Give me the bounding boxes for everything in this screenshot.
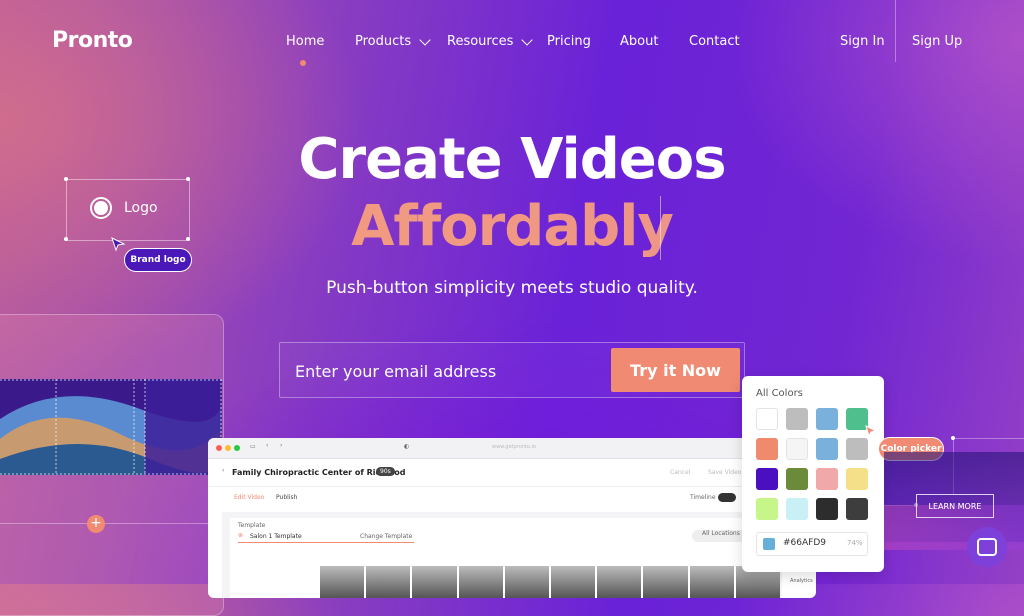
abstract-image: [0, 379, 222, 475]
nav-about-label: About: [620, 34, 659, 49]
nav-about[interactable]: About: [620, 34, 658, 49]
template-value: Salon 1 Template: [250, 533, 302, 540]
nav-products-label: Products: [355, 34, 412, 49]
resize-handle[interactable]: [64, 237, 68, 241]
resize-handle[interactable]: [186, 177, 190, 181]
color-swatch[interactable]: [786, 498, 808, 520]
brand-logo[interactable]: Pronto: [52, 28, 133, 53]
template-underline: [238, 542, 414, 543]
try-it-now-button[interactable]: Try it Now: [611, 348, 740, 392]
pointer-cursor-icon: [865, 425, 878, 438]
color-swatch[interactable]: [756, 498, 778, 520]
brand-logo-tag: Brand logo: [124, 248, 192, 272]
sign-in-link[interactable]: Sign In: [840, 34, 885, 49]
save-video-button[interactable]: Save Video: [708, 469, 741, 476]
remove-icon[interactable]: ⊗: [238, 532, 243, 539]
nav-pricing-label: Pricing: [547, 34, 591, 49]
connector-line: [953, 438, 1024, 439]
chevron-down-icon: [419, 33, 431, 46]
forward-icon: ›: [280, 442, 283, 449]
color-swatch[interactable]: [846, 468, 868, 490]
back-arrow-icon[interactable]: ‹: [222, 467, 224, 474]
opacity-value: 74%: [847, 539, 863, 547]
active-nav-indicator: [300, 60, 306, 66]
nav-home-label: Home: [286, 34, 325, 49]
timeline-toggle[interactable]: [718, 493, 736, 502]
hex-value: #66AFD9: [783, 538, 826, 548]
shield-icon: ◐: [404, 443, 410, 450]
color-swatch[interactable]: [786, 438, 808, 460]
video-thumbnail-strip: [0, 379, 222, 475]
timeline-line: [0, 523, 222, 524]
minimize-window-icon: [225, 445, 231, 451]
color-picker-panel: All Colors #66AFD9 74%: [742, 376, 884, 572]
sidebar-icon: ▭: [250, 443, 256, 450]
back-icon: ‹: [266, 442, 269, 449]
color-swatch[interactable]: [816, 498, 838, 520]
sign-up-link[interactable]: Sign Up: [912, 34, 962, 49]
email-input[interactable]: [293, 358, 597, 384]
timeline-label: Timeline: [690, 494, 716, 501]
color-swatch[interactable]: [846, 498, 868, 520]
analytics-label: Analytics: [790, 578, 813, 584]
color-swatch[interactable]: [816, 408, 838, 430]
current-color-swatch: [763, 538, 775, 550]
logo-placeholder-icon: [90, 197, 112, 219]
nav-resources-label: Resources: [447, 34, 514, 49]
nav-products[interactable]: Products: [355, 33, 431, 49]
sign-in-label: Sign In: [840, 34, 885, 49]
app-preview-window: ▭ ‹ › ◐ www.getpronto.io ‹ Family Chirop…: [208, 438, 816, 598]
close-window-icon: [216, 445, 222, 451]
hex-input[interactable]: #66AFD9 74%: [756, 532, 868, 556]
color-swatch[interactable]: [846, 438, 868, 460]
color-swatch[interactable]: [786, 408, 808, 430]
logo-label: Logo: [124, 200, 158, 216]
brand-logo-text: Pronto: [52, 28, 133, 53]
hero-subtitle: Push-button simplicity meets studio qual…: [326, 278, 698, 298]
color-swatch[interactable]: [756, 438, 778, 460]
nav-contact[interactable]: Contact: [689, 34, 740, 49]
resize-handle[interactable]: [64, 177, 68, 181]
add-icon[interactable]: +: [87, 515, 105, 533]
template-label: Template: [238, 522, 266, 529]
browser-url: www.getpronto.io: [492, 444, 536, 450]
color-swatch[interactable]: [816, 468, 838, 490]
maximize-window-icon: [234, 445, 240, 451]
nav-home[interactable]: Home: [286, 34, 324, 49]
chat-button[interactable]: [967, 527, 1007, 567]
sign-up-label: Sign Up: [912, 34, 963, 49]
anchor-point: [951, 436, 955, 440]
color-swatch[interactable]: [816, 438, 838, 460]
learn-more-button-overlay[interactable]: LEARN MORE: [916, 494, 994, 518]
nav-contact-label: Contact: [689, 34, 740, 49]
tab-publish[interactable]: Publish: [276, 494, 297, 501]
change-template-link[interactable]: Change Template: [360, 533, 412, 540]
chevron-down-icon: [521, 33, 534, 46]
color-swatch[interactable]: [786, 468, 808, 490]
nav-pricing[interactable]: Pricing: [547, 34, 591, 49]
duration-badge: 90s: [376, 467, 395, 476]
color-swatch[interactable]: [756, 408, 778, 430]
nav-resources[interactable]: Resources: [447, 33, 534, 49]
text-cursor: [660, 196, 661, 260]
color-picker-title: All Colors: [756, 388, 803, 399]
divider: [208, 486, 816, 487]
photo-strip: [320, 566, 781, 598]
locations-filter-label: All Locations: [702, 530, 740, 537]
cancel-button[interactable]: Cancel: [670, 469, 690, 476]
resize-handle[interactable]: [186, 237, 190, 241]
tab-edit-video[interactable]: Edit Video: [234, 494, 264, 501]
color-swatch[interactable]: [756, 468, 778, 490]
pointer-cursor-icon: [111, 237, 126, 252]
nav-divider: [895, 0, 896, 62]
chat-icon: [977, 538, 997, 556]
